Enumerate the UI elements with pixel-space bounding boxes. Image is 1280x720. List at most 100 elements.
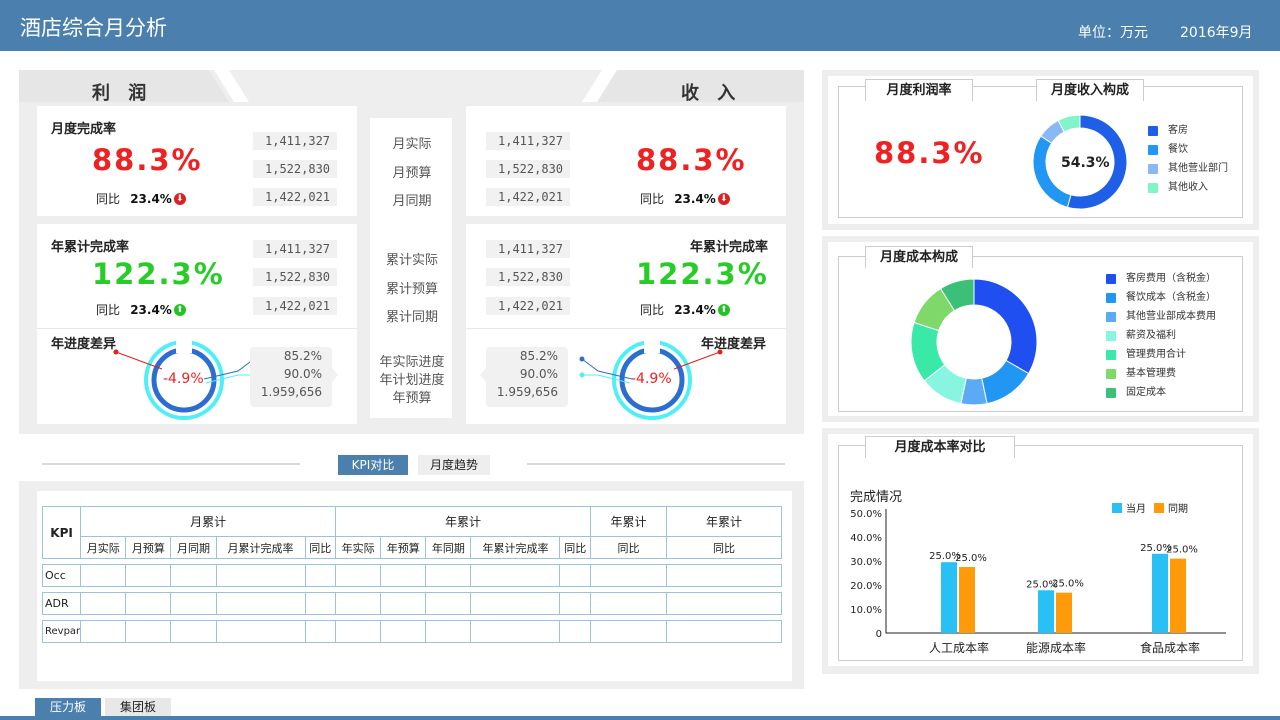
unit-label: 单位：万元 <box>1078 25 1148 41</box>
profit-month-budget: 1,522,830 <box>253 160 337 178</box>
profit-progress-diff: -4.9% <box>163 371 204 387</box>
x-category-label: 食品成本率 <box>1140 640 1200 655</box>
income-progress-diff: -4.9% <box>631 371 672 387</box>
legend-swatch <box>1148 145 1158 155</box>
kpi-compare-tab[interactable]: KPI对比 <box>338 455 408 475</box>
cost-comp-donut <box>910 278 1038 406</box>
profit-month-actual: 1,411,327 <box>253 132 337 150</box>
cost-rate-title: 月度成本率对比 <box>865 436 1015 458</box>
y-tick-label: 30.0% <box>850 557 882 568</box>
legend-swatch <box>1106 331 1116 341</box>
up-arrow-icon: ⬆ <box>717 303 730 316</box>
profit-progress-values: 85.2% 90.0% 1.959,656 <box>250 347 332 407</box>
label-month-prior: 月同期 <box>392 194 432 209</box>
income-month-yoy: 同比 23.4% ⬇ <box>640 188 730 207</box>
income-month-prior: 1,422,021 <box>486 188 570 206</box>
y-tick-label: 10.0% <box>850 605 882 616</box>
label-year-actual-progress: 年实际进度 <box>379 355 445 370</box>
income-tab[interactable]: 收 入 <box>681 79 741 105</box>
x-category-label: 人工成本率 <box>929 640 989 655</box>
profit-rate-value: 88.3% <box>874 136 985 170</box>
monthly-trend-tab[interactable]: 月度趋势 <box>418 455 490 475</box>
sub-header: 同比 <box>304 536 337 559</box>
income-year-value: 122.3% <box>636 257 769 291</box>
sub-header: 月同期 <box>170 536 217 559</box>
legend-label: 客房 <box>1168 125 1188 136</box>
donut-slice <box>1032 135 1072 208</box>
y-tick-label: 40.0% <box>850 533 882 544</box>
legend-label: 固定成本 <box>1126 387 1166 398</box>
cost-rate-bar-chart: 50.0% 40.0% 30.0% 20.0% 10.0% 0 25.0% 25.0% 人工成本… <box>850 509 1226 655</box>
y-tick-label: 50.0% <box>850 509 882 520</box>
sub-header: 同比 <box>590 536 667 559</box>
bar <box>1152 553 1168 633</box>
sub-header: 月实际 <box>80 536 127 559</box>
profit-month-value: 88.3% <box>92 143 203 177</box>
bar <box>1038 590 1054 633</box>
label-cum-actual: 累计实际 <box>385 253 438 268</box>
legend-swatch <box>1106 350 1116 360</box>
cost-comp-title: 月度成本构成 <box>865 246 973 268</box>
legend-item: 餐饮 <box>1148 144 1228 163</box>
label-cum-prior: 累计同期 <box>385 310 438 325</box>
legend-item: 基本管理费 <box>1106 368 1216 387</box>
data-label: 25.0% <box>955 553 987 564</box>
row-label: Occ <box>41 564 82 587</box>
income-month-budget: 1,522,830 <box>486 160 570 178</box>
profit-month-yoy: 同比 23.4% ⬇ <box>96 188 186 207</box>
legend-label: 餐饮 <box>1168 144 1188 155</box>
legend-swatch <box>1106 312 1116 322</box>
group-header: 年累计 <box>590 506 667 537</box>
group-header: 年累计 <box>666 506 782 537</box>
table-row: Revpar <box>41 620 782 643</box>
legend-label: 客房费用（含税金） <box>1126 273 1216 284</box>
x-category-label: 能源成本率 <box>1026 640 1086 655</box>
group-header: 年累计 <box>335 506 591 537</box>
down-arrow-icon: ⬇ <box>717 192 730 205</box>
income-comp-title: 月度收入构成 <box>1036 79 1144 101</box>
profit-month-label: 月度完成率 <box>51 122 117 137</box>
income-year-label: 年累计完成率 <box>690 240 769 255</box>
footer-tab-group[interactable]: 集团板 <box>105 698 171 716</box>
donut-slice <box>973 278 1038 375</box>
row-label: Revpar <box>41 620 82 643</box>
income-comp-legend: 客房餐饮其他营业部门 其他收入 <box>1148 125 1228 201</box>
sub-header: 同比 <box>559 536 591 559</box>
legend-item: 其他营业部门 <box>1148 163 1228 182</box>
legend-swatch <box>1106 293 1116 303</box>
legend-swatch <box>1106 274 1116 284</box>
footer-tab-pressure[interactable]: 压力板 <box>35 698 101 716</box>
legend-item: 其他收入 <box>1148 182 1228 201</box>
bar <box>1056 592 1072 633</box>
sub-header: 年实际 <box>335 536 382 559</box>
legend-item: 其他营业部成本费用 <box>1106 311 1216 330</box>
data-label: 25.0% <box>1166 545 1198 556</box>
up-arrow-icon: ⬆ <box>173 303 186 316</box>
date-label: 2016年9月 <box>1180 25 1253 41</box>
cost-comp-legend: 客房费用（含税金） 餐饮成本（含税金） 其他营业部成本费用 薪资及福利 管理费用合计 基本… <box>1106 273 1216 406</box>
sub-header: 月累计完成率 <box>215 536 306 559</box>
y-tick-label: 0 <box>876 629 882 640</box>
income-year-budget: 1,522,830 <box>486 268 570 286</box>
y-tick-label: 20.0% <box>850 581 882 592</box>
legend-swatch <box>1148 126 1158 136</box>
page-title: 酒店综合月分析 <box>20 16 167 40</box>
kpi-table: KPI 月累计 年累计 年累计 年累计 月实际 月预算 月同期 月累计完成率 同… <box>41 506 782 643</box>
legend-label: 餐饮成本（含税金） <box>1126 292 1216 303</box>
legend-label: 薪资及福利 <box>1126 330 1176 341</box>
income-year-actual: 1,411,327 <box>486 240 570 258</box>
legend-swatch <box>1106 388 1116 398</box>
income-progress-values: 85.2% 90.0% 1.959,656 <box>486 347 568 407</box>
profit-year-yoy: 同比 23.4% ⬆ <box>96 299 186 318</box>
down-arrow-icon: ⬇ <box>173 192 186 205</box>
row-label: ADR <box>41 592 82 615</box>
legend-item: 固定成本 <box>1106 387 1216 406</box>
income-month-value: 88.3% <box>636 143 747 177</box>
legend-item: 客房费用（含税金） <box>1106 273 1216 292</box>
legend-item: 薪资及福利 <box>1106 330 1216 349</box>
profit-tab[interactable]: 利 润 <box>92 79 152 105</box>
profit-year-budget: 1,522,830 <box>253 268 337 286</box>
label-cum-budget: 累计预算 <box>385 282 438 297</box>
sub-header: 年同期 <box>425 536 472 559</box>
profit-year-actual: 1,411,327 <box>253 240 337 258</box>
